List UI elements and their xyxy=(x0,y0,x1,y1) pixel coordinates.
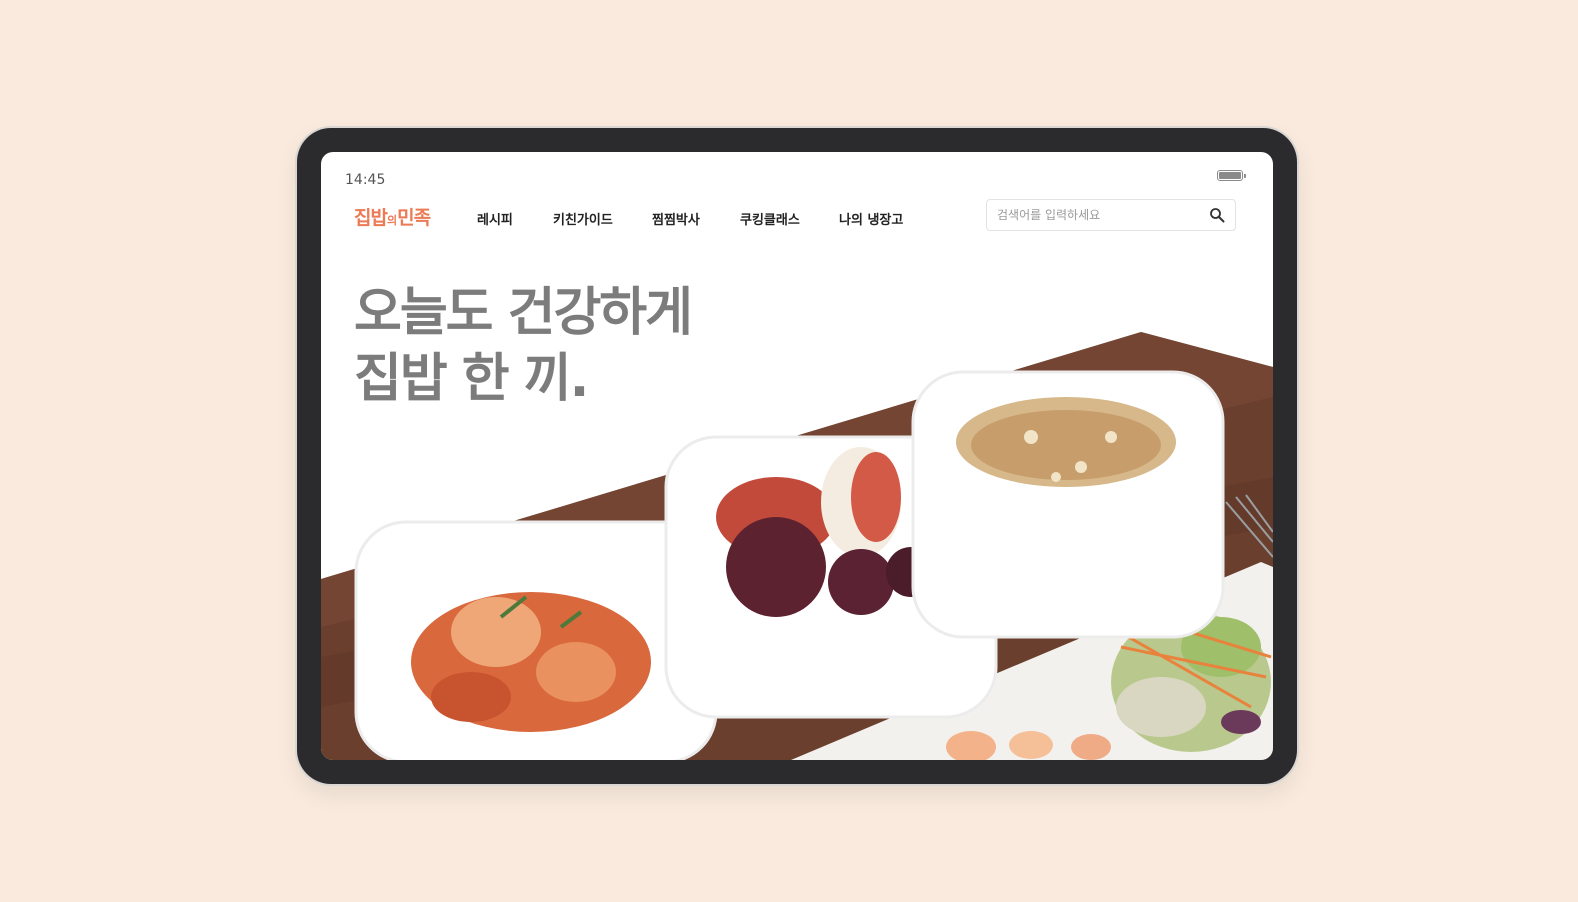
logo-part-2: 의 xyxy=(386,214,398,227)
nav-item-recipe[interactable]: 레시피 xyxy=(477,209,513,228)
nav-item-cooking-class[interactable]: 쿠킹클래스 xyxy=(740,209,800,228)
top-navigation: 집밥의민족 레시피 키친가이드 찜찜박사 쿠킹클래스 나의 냉장고 xyxy=(321,197,1273,237)
battery-level xyxy=(1219,172,1241,179)
hero-line-1: 오늘도 건강하게 xyxy=(354,283,693,343)
status-time: 14:45 xyxy=(345,172,386,188)
tablet-frame: 14:45 집밥의민족 레시피 키친가이드 찜찜박사 쿠킹클래스 나의 냉장고 xyxy=(297,128,1297,784)
search-icon[interactable] xyxy=(1209,207,1225,223)
battery-icon xyxy=(1217,170,1246,181)
site-logo[interactable]: 집밥의민족 xyxy=(354,203,431,230)
nav-item-my-fridge[interactable]: 나의 냉장고 xyxy=(839,209,903,228)
nav-item-kitchen-guide[interactable]: 키친가이드 xyxy=(553,209,613,228)
hero-line-2: 집밥 한 끼. xyxy=(354,349,589,409)
hero-headline: 오늘도 건강하게 집밥 한 끼. xyxy=(354,280,693,412)
logo-part-3: 민족 xyxy=(397,207,431,229)
search-box xyxy=(986,199,1236,231)
logo-part-1: 집밥 xyxy=(354,207,388,229)
search-input[interactable] xyxy=(997,206,1197,224)
nav-item-doctor[interactable]: 찜찜박사 xyxy=(652,209,700,228)
tablet-screen: 14:45 집밥의민족 레시피 키친가이드 찜찜박사 쿠킹클래스 나의 냉장고 xyxy=(321,152,1273,760)
